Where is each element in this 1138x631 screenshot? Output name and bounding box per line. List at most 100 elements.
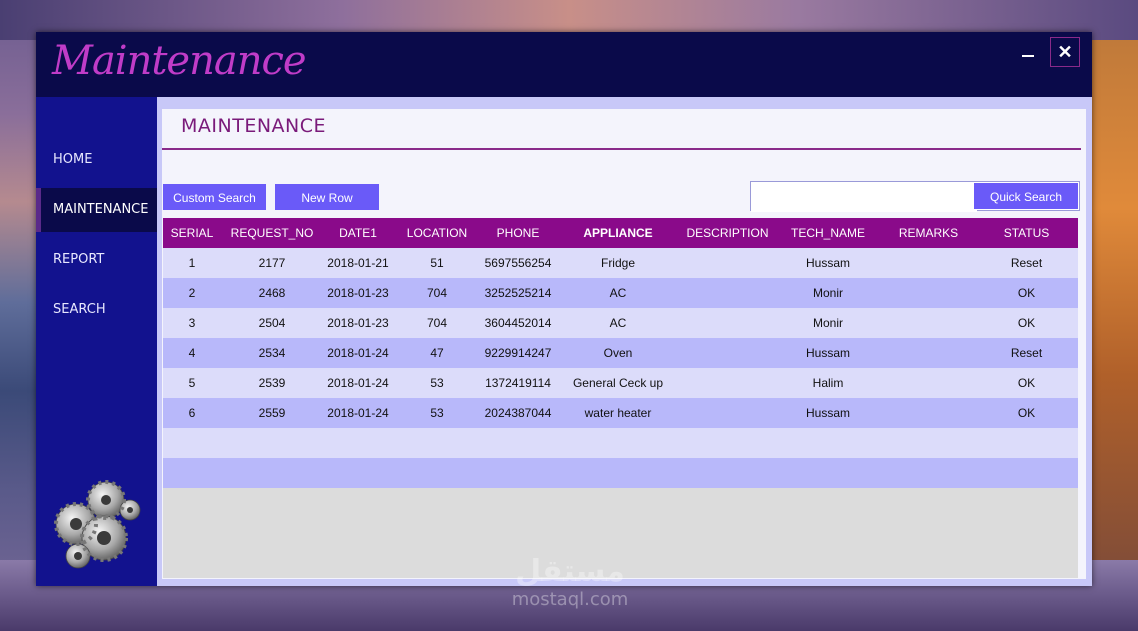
table-cell[interactable]: 2468: [221, 278, 323, 308]
table-cell[interactable]: [882, 308, 975, 338]
table-cell[interactable]: 53: [393, 398, 481, 428]
table-cell[interactable]: Hussam: [774, 338, 882, 368]
table-cell[interactable]: [323, 458, 393, 488]
table-cell[interactable]: OK: [975, 308, 1078, 338]
table-cell[interactable]: 2534: [221, 338, 323, 368]
table-cell[interactable]: [681, 368, 774, 398]
table-cell[interactable]: 5: [163, 368, 221, 398]
table-cell[interactable]: Reset: [975, 338, 1078, 368]
table-cell[interactable]: General Ceck up: [555, 368, 681, 398]
table-cell[interactable]: Monir: [774, 308, 882, 338]
table-cell[interactable]: [774, 458, 882, 488]
table-row[interactable]: [163, 428, 1078, 458]
sidebar-item-search[interactable]: SEARCH: [36, 288, 157, 332]
column-header[interactable]: LOCATION: [393, 218, 481, 248]
table-row[interactable]: 5 2539 2018-01-24 53 1372419114 General Ceck …: [163, 368, 1078, 398]
table-cell[interactable]: 2018-01-24: [323, 338, 393, 368]
table-cell[interactable]: [882, 338, 975, 368]
table-cell[interactable]: 2018-01-23: [323, 278, 393, 308]
table-cell[interactable]: [393, 428, 481, 458]
table-cell[interactable]: water heater: [555, 398, 681, 428]
table-cell[interactable]: 51: [393, 248, 481, 278]
table-row[interactable]: [163, 458, 1078, 488]
table-cell[interactable]: [975, 458, 1078, 488]
column-header[interactable]: SERIAL: [163, 218, 221, 248]
table-cell[interactable]: 2177: [221, 248, 323, 278]
sidebar-item-maintenance[interactable]: MAINTENANCE: [36, 188, 157, 232]
table-cell[interactable]: [681, 248, 774, 278]
table-cell[interactable]: [481, 458, 555, 488]
table-cell[interactable]: [681, 338, 774, 368]
table-cell[interactable]: Fridge: [555, 248, 681, 278]
table-cell[interactable]: [882, 248, 975, 278]
table-cell[interactable]: 3252525214: [481, 278, 555, 308]
table-cell[interactable]: 3604452014: [481, 308, 555, 338]
custom-search-button[interactable]: Custom Search: [163, 184, 266, 210]
sidebar-item-home[interactable]: HOME: [36, 138, 157, 182]
table-cell[interactable]: 2: [163, 278, 221, 308]
column-header[interactable]: PHONE: [481, 218, 555, 248]
close-button[interactable]: ✕: [1050, 37, 1080, 67]
table-cell[interactable]: 5697556254: [481, 248, 555, 278]
table-cell[interactable]: [681, 458, 774, 488]
table-cell[interactable]: 1372419114: [481, 368, 555, 398]
table-cell[interactable]: OK: [975, 398, 1078, 428]
new-row-button[interactable]: New Row: [275, 184, 379, 210]
table-cell[interactable]: 9229914247: [481, 338, 555, 368]
table-cell[interactable]: 6: [163, 398, 221, 428]
quick-search-button[interactable]: Quick Search: [974, 183, 1078, 209]
table-cell[interactable]: Halim: [774, 368, 882, 398]
table-cell[interactable]: 2539: [221, 368, 323, 398]
table-cell[interactable]: Reset: [975, 248, 1078, 278]
table-cell[interactable]: 2018-01-24: [323, 398, 393, 428]
table-row[interactable]: 2 2468 2018-01-23 704 3252525214 AC Monir OK: [163, 278, 1078, 308]
column-header[interactable]: REQUEST_NO: [221, 218, 323, 248]
table-cell[interactable]: [681, 398, 774, 428]
table-cell[interactable]: OK: [975, 368, 1078, 398]
table-cell[interactable]: AC: [555, 278, 681, 308]
table-cell[interactable]: [882, 458, 975, 488]
table-cell[interactable]: [882, 278, 975, 308]
column-header[interactable]: STATUS: [975, 218, 1078, 248]
table-cell[interactable]: [882, 398, 975, 428]
table-cell[interactable]: 2024387044: [481, 398, 555, 428]
table-cell[interactable]: Monir: [774, 278, 882, 308]
table-cell[interactable]: [882, 428, 975, 458]
table-cell[interactable]: 704: [393, 278, 481, 308]
table-cell[interactable]: [975, 428, 1078, 458]
table-cell[interactable]: [393, 458, 481, 488]
table-cell[interactable]: Hussam: [774, 398, 882, 428]
table-cell[interactable]: 2559: [221, 398, 323, 428]
table-cell[interactable]: 2018-01-23: [323, 308, 393, 338]
table-cell[interactable]: 47: [393, 338, 481, 368]
table-cell[interactable]: [681, 278, 774, 308]
table-row[interactable]: 1 2177 2018-01-21 51 5697556254 Fridge Hussam R…: [163, 248, 1078, 278]
table-cell[interactable]: [681, 428, 774, 458]
table-cell[interactable]: [163, 428, 221, 458]
table-cell[interactable]: [481, 428, 555, 458]
table-cell[interactable]: 4: [163, 338, 221, 368]
table-cell[interactable]: [774, 428, 882, 458]
table-row[interactable]: 6 2559 2018-01-24 53 2024387044 water heater H…: [163, 398, 1078, 428]
table-cell[interactable]: Hussam: [774, 248, 882, 278]
table-cell[interactable]: [323, 428, 393, 458]
table-cell[interactable]: 704: [393, 308, 481, 338]
table-row[interactable]: 4 2534 2018-01-24 47 9229914247 Oven Hussam Res…: [163, 338, 1078, 368]
table-cell[interactable]: [555, 428, 681, 458]
column-header[interactable]: DATE1: [323, 218, 393, 248]
table-cell[interactable]: 2504: [221, 308, 323, 338]
table-cell[interactable]: 2018-01-21: [323, 248, 393, 278]
table-cell[interactable]: 2018-01-24: [323, 368, 393, 398]
column-header[interactable]: TECH_NAME: [774, 218, 882, 248]
table-cell[interactable]: [221, 428, 323, 458]
table-cell[interactable]: [163, 458, 221, 488]
table-cell[interactable]: Oven: [555, 338, 681, 368]
table-cell[interactable]: [681, 308, 774, 338]
column-header[interactable]: APPLIANCE: [555, 218, 681, 248]
column-header[interactable]: DESCRIPTION: [681, 218, 774, 248]
table-row[interactable]: 3 2504 2018-01-23 704 3604452014 AC Monir OK: [163, 308, 1078, 338]
table-cell[interactable]: 1: [163, 248, 221, 278]
sidebar-item-report[interactable]: REPORT: [36, 238, 157, 282]
quick-search-input[interactable]: [751, 182, 977, 212]
table-cell[interactable]: AC: [555, 308, 681, 338]
